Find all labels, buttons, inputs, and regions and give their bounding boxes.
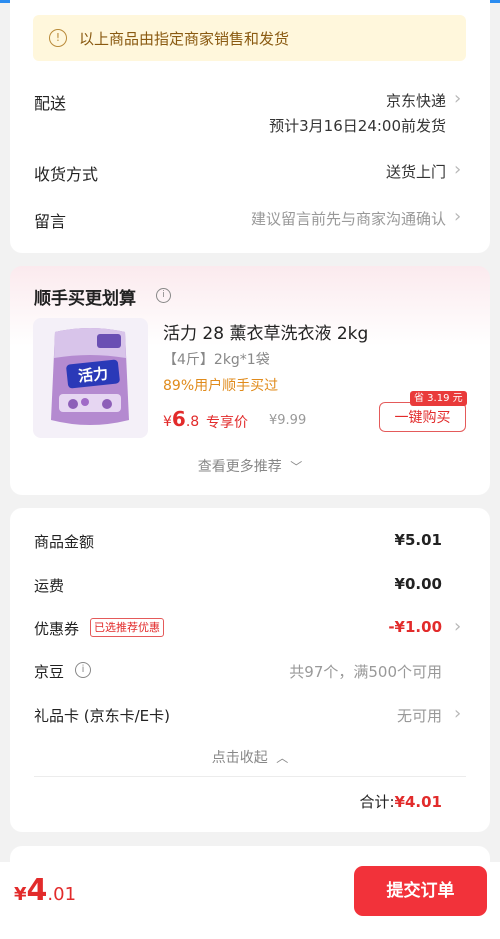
chevron-up-icon: ︿	[276, 751, 289, 765]
submit-order-button[interactable]: 提交订单	[354, 866, 487, 916]
recommend-title: 顺手买更划算	[34, 289, 136, 309]
exclusive-price-label: 专享价	[206, 415, 248, 431]
total-label: 合计:	[359, 793, 395, 811]
goods-amount-value: ¥5.01	[394, 531, 442, 549]
price-symbol: ¥	[163, 414, 172, 430]
product-price: ¥6.8	[163, 407, 199, 431]
pay-decimal: .01	[47, 884, 77, 905]
product-bought-rate: 89%用户顺手买过	[163, 378, 279, 394]
shipping-value: ¥0.00	[394, 575, 442, 593]
collapse-label: 点击收起	[211, 750, 268, 766]
info-icon[interactable]: i	[156, 288, 171, 303]
coupon-label: 优惠券	[34, 620, 80, 638]
view-more-label: 查看更多推荐	[197, 459, 282, 475]
collapse-toggle[interactable]: 点击收起 ︿	[0, 747, 500, 767]
info-icon: !	[49, 29, 67, 47]
seller-notice-text: 以上商品由指定商家销售和发货	[79, 29, 290, 48]
jingdou-label: 京豆	[34, 663, 65, 681]
shipping-label: 运费	[34, 577, 65, 595]
total-line: 合计:¥4.01	[359, 791, 442, 812]
product-image[interactable]: 活力	[33, 318, 148, 438]
coupon-value[interactable]: -¥1.00	[388, 618, 442, 636]
save-badge: 省 3.19 元	[410, 391, 467, 406]
view-more-recommend[interactable]: 查看更多推荐 ﹀	[0, 456, 500, 476]
svg-text:活力: 活力	[77, 364, 109, 385]
pay-integer: 4	[26, 873, 48, 908]
product-name[interactable]: 活力 28 薰衣草洗衣液 2kg	[163, 319, 368, 344]
delivery-carrier[interactable]: 京东快递	[386, 90, 446, 111]
chevron-right-icon[interactable]: ›	[454, 618, 461, 636]
chevron-right-icon[interactable]: ›	[454, 705, 461, 723]
delivery-label: 配送	[34, 94, 67, 113]
message-input[interactable]: 建议留言前先与商家沟通确认	[251, 208, 446, 229]
price-integer: 6	[171, 407, 186, 431]
price-decimal: .8	[185, 414, 200, 430]
divider	[34, 776, 466, 777]
message-label: 留言	[34, 212, 67, 231]
original-price: ¥9.99	[269, 413, 307, 428]
product-spec: 【4斤】2kg*1袋	[163, 352, 270, 368]
jingdou-value: 共97个，满500个可用	[289, 663, 442, 681]
pay-symbol: ¥	[14, 884, 27, 905]
giftcard-label: 礼品卡 (京东卡/E卡)	[34, 707, 171, 725]
delivery-estimate: 预计3月16日24:00前发货	[269, 117, 446, 135]
chevron-right-icon[interactable]: ›	[454, 90, 461, 108]
receive-method-value[interactable]: 送货上门	[386, 161, 446, 182]
chevron-right-icon[interactable]: ›	[454, 208, 461, 226]
pay-amount: ¥4.01	[14, 873, 76, 908]
info-icon[interactable]: i	[75, 662, 91, 678]
chevron-down-icon: ﹀	[290, 460, 303, 474]
seller-notice: ! 以上商品由指定商家销售和发货	[33, 15, 466, 61]
total-value: ¥4.01	[394, 793, 442, 811]
goods-amount-label: 商品金额	[34, 533, 95, 551]
giftcard-value[interactable]: 无可用	[397, 705, 442, 726]
chevron-right-icon[interactable]: ›	[454, 161, 461, 179]
one-click-buy-button[interactable]: 一键购买	[379, 402, 466, 432]
coupon-tag: 已选推荐优惠	[90, 618, 164, 637]
receive-method-label: 收货方式	[34, 165, 99, 184]
